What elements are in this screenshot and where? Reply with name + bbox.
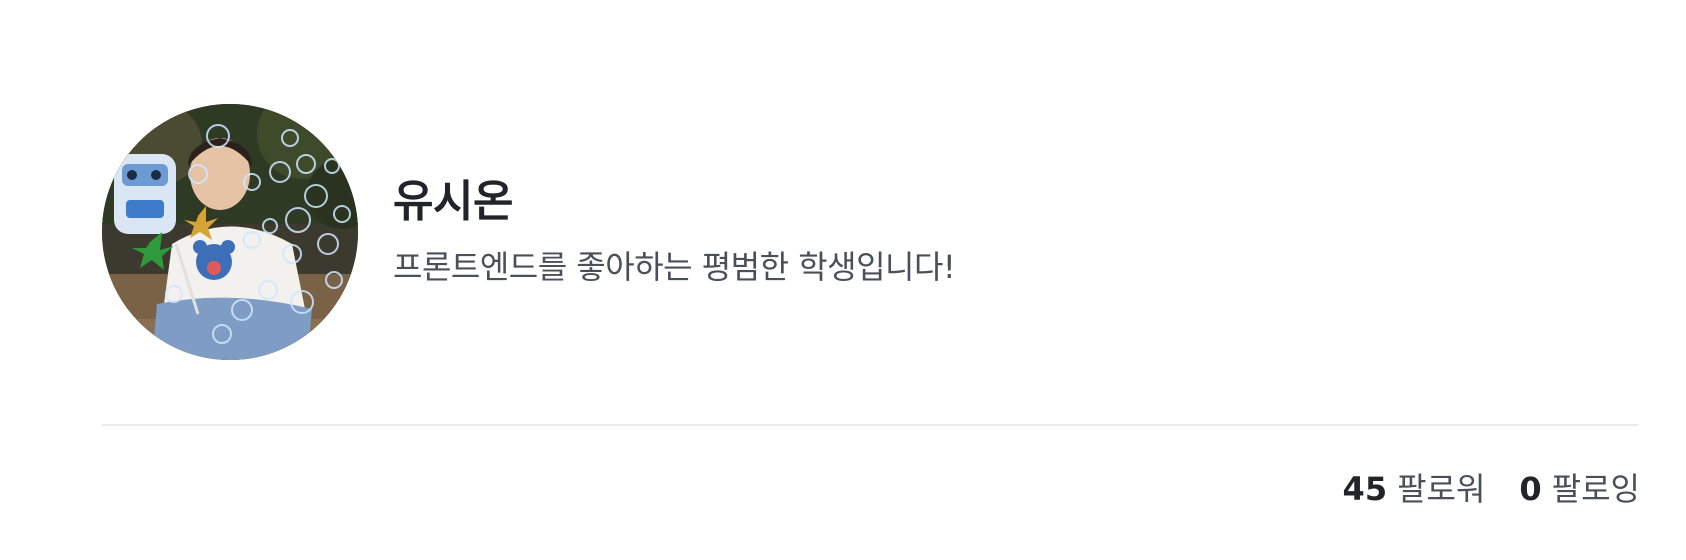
- avatar-photo: [102, 104, 358, 360]
- following-link[interactable]: 0 팔로잉: [1519, 470, 1640, 508]
- profile-header: 유시온 프론트엔드를 좋아하는 평범한 학생입니다!: [102, 104, 956, 360]
- profile-bio: 프론트엔드를 좋아하는 평범한 학생입니다!: [393, 247, 956, 286]
- following-label: 팔로잉: [1551, 470, 1640, 508]
- user-profile: 유시온 프론트엔드를 좋아하는 평범한 학생입니다! 45 팔로워 0 팔로잉: [0, 0, 1686, 560]
- followers-link[interactable]: 45 팔로워: [1343, 470, 1486, 508]
- followers-label: 팔로워: [1397, 470, 1486, 508]
- avatar: [102, 104, 358, 360]
- profile-name: 유시온: [393, 175, 513, 227]
- follow-stats: 45 팔로워 0 팔로잉: [1343, 470, 1640, 508]
- followers-count: 45: [1342, 470, 1388, 508]
- following-count: 0: [1519, 470, 1542, 508]
- divider: [102, 424, 1638, 426]
- profile-info: 유시온 프론트엔드를 좋아하는 평범한 학생입니다!: [393, 175, 956, 288]
